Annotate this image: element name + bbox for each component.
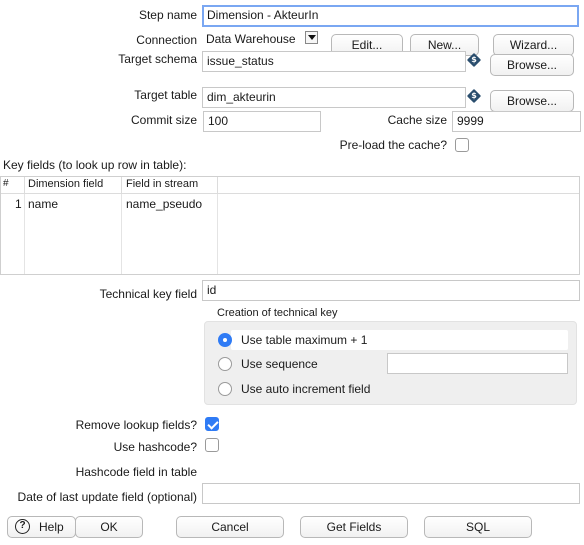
connection-label: Connection	[136, 33, 197, 47]
date-last-update-label: Date of last update field (optional)	[17, 490, 197, 504]
key-fields-table[interactable]: # Dimension field Field in stream 1 name…	[0, 176, 580, 275]
column-header-dimension-field[interactable]: Dimension field	[28, 178, 103, 190]
commit-size-input[interactable]: 100	[203, 111, 321, 132]
row-number: 1	[15, 197, 22, 211]
sql-button[interactable]: SQL	[424, 516, 532, 538]
use-auto-increment-label[interactable]: Use auto increment field	[241, 381, 370, 397]
target-table-label: Target table	[134, 88, 197, 102]
remove-lookup-label: Remove lookup fields?	[75, 418, 197, 432]
step-name-input[interactable]: Dimension - AkteurIn	[202, 5, 579, 27]
help-button-label: Help	[39, 520, 64, 534]
chevron-down-icon[interactable]	[305, 31, 318, 44]
sequence-input[interactable]	[387, 353, 568, 374]
variable-icon: $	[466, 88, 482, 104]
date-last-update-input[interactable]	[202, 483, 580, 504]
technical-key-group: Use table maximum + 1 Use sequence Use a…	[204, 321, 577, 405]
technical-key-input[interactable]: id	[202, 280, 580, 301]
target-table-input[interactable]: dim_akteurin	[202, 87, 466, 108]
key-fields-header: # Dimension field Field in stream	[1, 177, 579, 194]
use-sequence-radio[interactable]	[218, 357, 232, 371]
help-button[interactable]: ? Help	[7, 516, 76, 538]
use-table-maximum-label[interactable]: Use table maximum + 1	[241, 332, 367, 348]
column-header-field-in-stream[interactable]: Field in stream	[126, 178, 198, 190]
variable-icon: $	[466, 52, 482, 68]
cancel-button[interactable]: Cancel	[176, 516, 284, 538]
hashcode-field-label: Hashcode field in table	[75, 465, 197, 479]
technical-key-group-title: Creation of technical key	[217, 307, 338, 319]
use-table-maximum-radio[interactable]	[218, 333, 232, 347]
step-name-label: Step name	[138, 8, 197, 22]
browse-schema-button[interactable]: Browse...	[490, 54, 574, 76]
target-schema-input[interactable]: issue_status	[202, 51, 466, 72]
technical-key-label: Technical key field	[99, 287, 197, 301]
help-icon: ?	[15, 519, 30, 534]
use-hashcode-label: Use hashcode?	[113, 440, 197, 454]
use-auto-increment-radio[interactable]	[218, 382, 232, 396]
remove-lookup-checkbox[interactable]	[205, 417, 219, 431]
column-header-num: #	[3, 178, 9, 189]
key-fields-title: Key fields (to look up row in table):	[3, 158, 187, 172]
get-fields-button[interactable]: Get Fields	[300, 516, 408, 538]
table-row[interactable]: 1 name name_pseudo	[1, 196, 579, 214]
preload-cache-label: Pre-load the cache?	[339, 138, 447, 152]
dimension-field-cell[interactable]: name	[28, 197, 58, 211]
target-schema-label: Target schema	[118, 52, 197, 66]
cache-size-label: Cache size	[387, 113, 447, 127]
commit-size-label: Commit size	[130, 113, 197, 127]
field-in-stream-cell[interactable]: name_pseudo	[126, 197, 202, 211]
cache-size-input[interactable]: 9999	[452, 111, 581, 132]
use-hashcode-checkbox[interactable]	[205, 438, 219, 452]
connection-select[interactable]: Data Warehouse	[203, 30, 320, 48]
wizard-button[interactable]: Wizard...	[493, 34, 574, 56]
ok-button[interactable]: OK	[75, 516, 143, 538]
connection-select-value: Data Warehouse	[206, 32, 296, 46]
use-sequence-label[interactable]: Use sequence	[241, 356, 318, 372]
preload-cache-checkbox[interactable]	[455, 138, 469, 152]
browse-table-button[interactable]: Browse...	[490, 90, 574, 112]
